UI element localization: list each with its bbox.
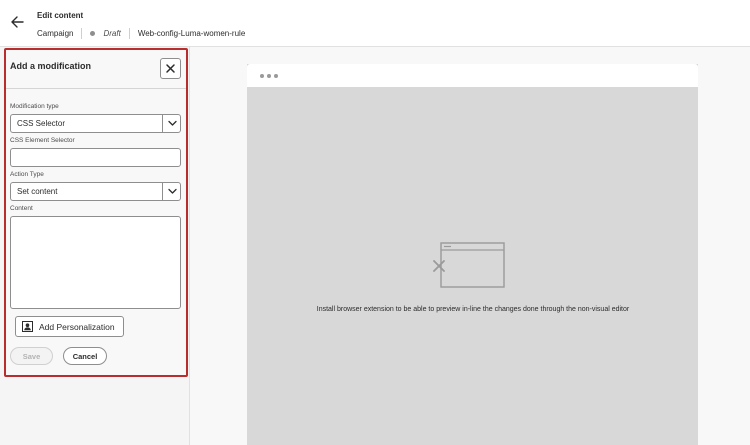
- action-type-select[interactable]: Set content: [10, 182, 181, 201]
- content-textarea[interactable]: [10, 216, 181, 309]
- panel-title: Add a modification: [10, 61, 91, 71]
- modification-type-select[interactable]: CSS Selector: [10, 114, 181, 133]
- status-badge: Draft: [103, 28, 121, 38]
- left-sidebar: Add a modification Modification type CSS…: [0, 47, 190, 445]
- preview-browser-bar: [247, 64, 698, 87]
- action-type-value: Set content: [17, 187, 58, 196]
- top-header: Edit content Campaign Draft Web-config-L…: [0, 0, 750, 47]
- modification-type-label: Modification type: [10, 103, 59, 110]
- add-modification-panel: Add a modification Modification type CSS…: [4, 48, 188, 377]
- breadcrumb-separator: [128, 27, 130, 39]
- add-personalization-button[interactable]: Add Personalization: [15, 316, 124, 337]
- content-label: Content: [10, 205, 33, 212]
- breadcrumb-campaign[interactable]: Campaign: [37, 29, 73, 38]
- preview-message: Install browser extension to be able to …: [316, 306, 630, 313]
- page-title: Edit content: [37, 11, 84, 20]
- panel-divider: [6, 88, 186, 89]
- status-dot-icon: [90, 30, 96, 36]
- chevron-down-icon: [168, 120, 177, 126]
- chevron-down-icon: [168, 188, 177, 194]
- preview-area: Install browser extension to be able to …: [247, 64, 698, 445]
- close-button[interactable]: [160, 58, 181, 79]
- back-button[interactable]: [7, 12, 27, 32]
- breadcrumb-separator: [81, 27, 83, 39]
- back-arrow-icon: [11, 16, 24, 28]
- cancel-button[interactable]: Cancel: [63, 347, 107, 365]
- personalization-icon: [22, 321, 33, 332]
- css-selector-input[interactable]: [10, 148, 181, 167]
- save-button[interactable]: Save: [10, 347, 53, 365]
- modification-type-value: CSS Selector: [17, 119, 66, 128]
- breadcrumb: Campaign Draft Web-config-Luma-women-rul…: [37, 27, 245, 39]
- more-options-icon[interactable]: [260, 74, 278, 78]
- select-divider: [162, 115, 163, 132]
- broken-window-icon: [433, 242, 505, 288]
- campaign-name: Web-config-Luma-women-rule: [137, 28, 246, 38]
- action-type-label: Action Type: [10, 171, 44, 178]
- css-selector-label: CSS Element Selector: [10, 137, 75, 144]
- select-divider: [162, 183, 163, 200]
- add-personalization-label: Add Personalization: [39, 321, 115, 332]
- close-icon: [166, 64, 175, 73]
